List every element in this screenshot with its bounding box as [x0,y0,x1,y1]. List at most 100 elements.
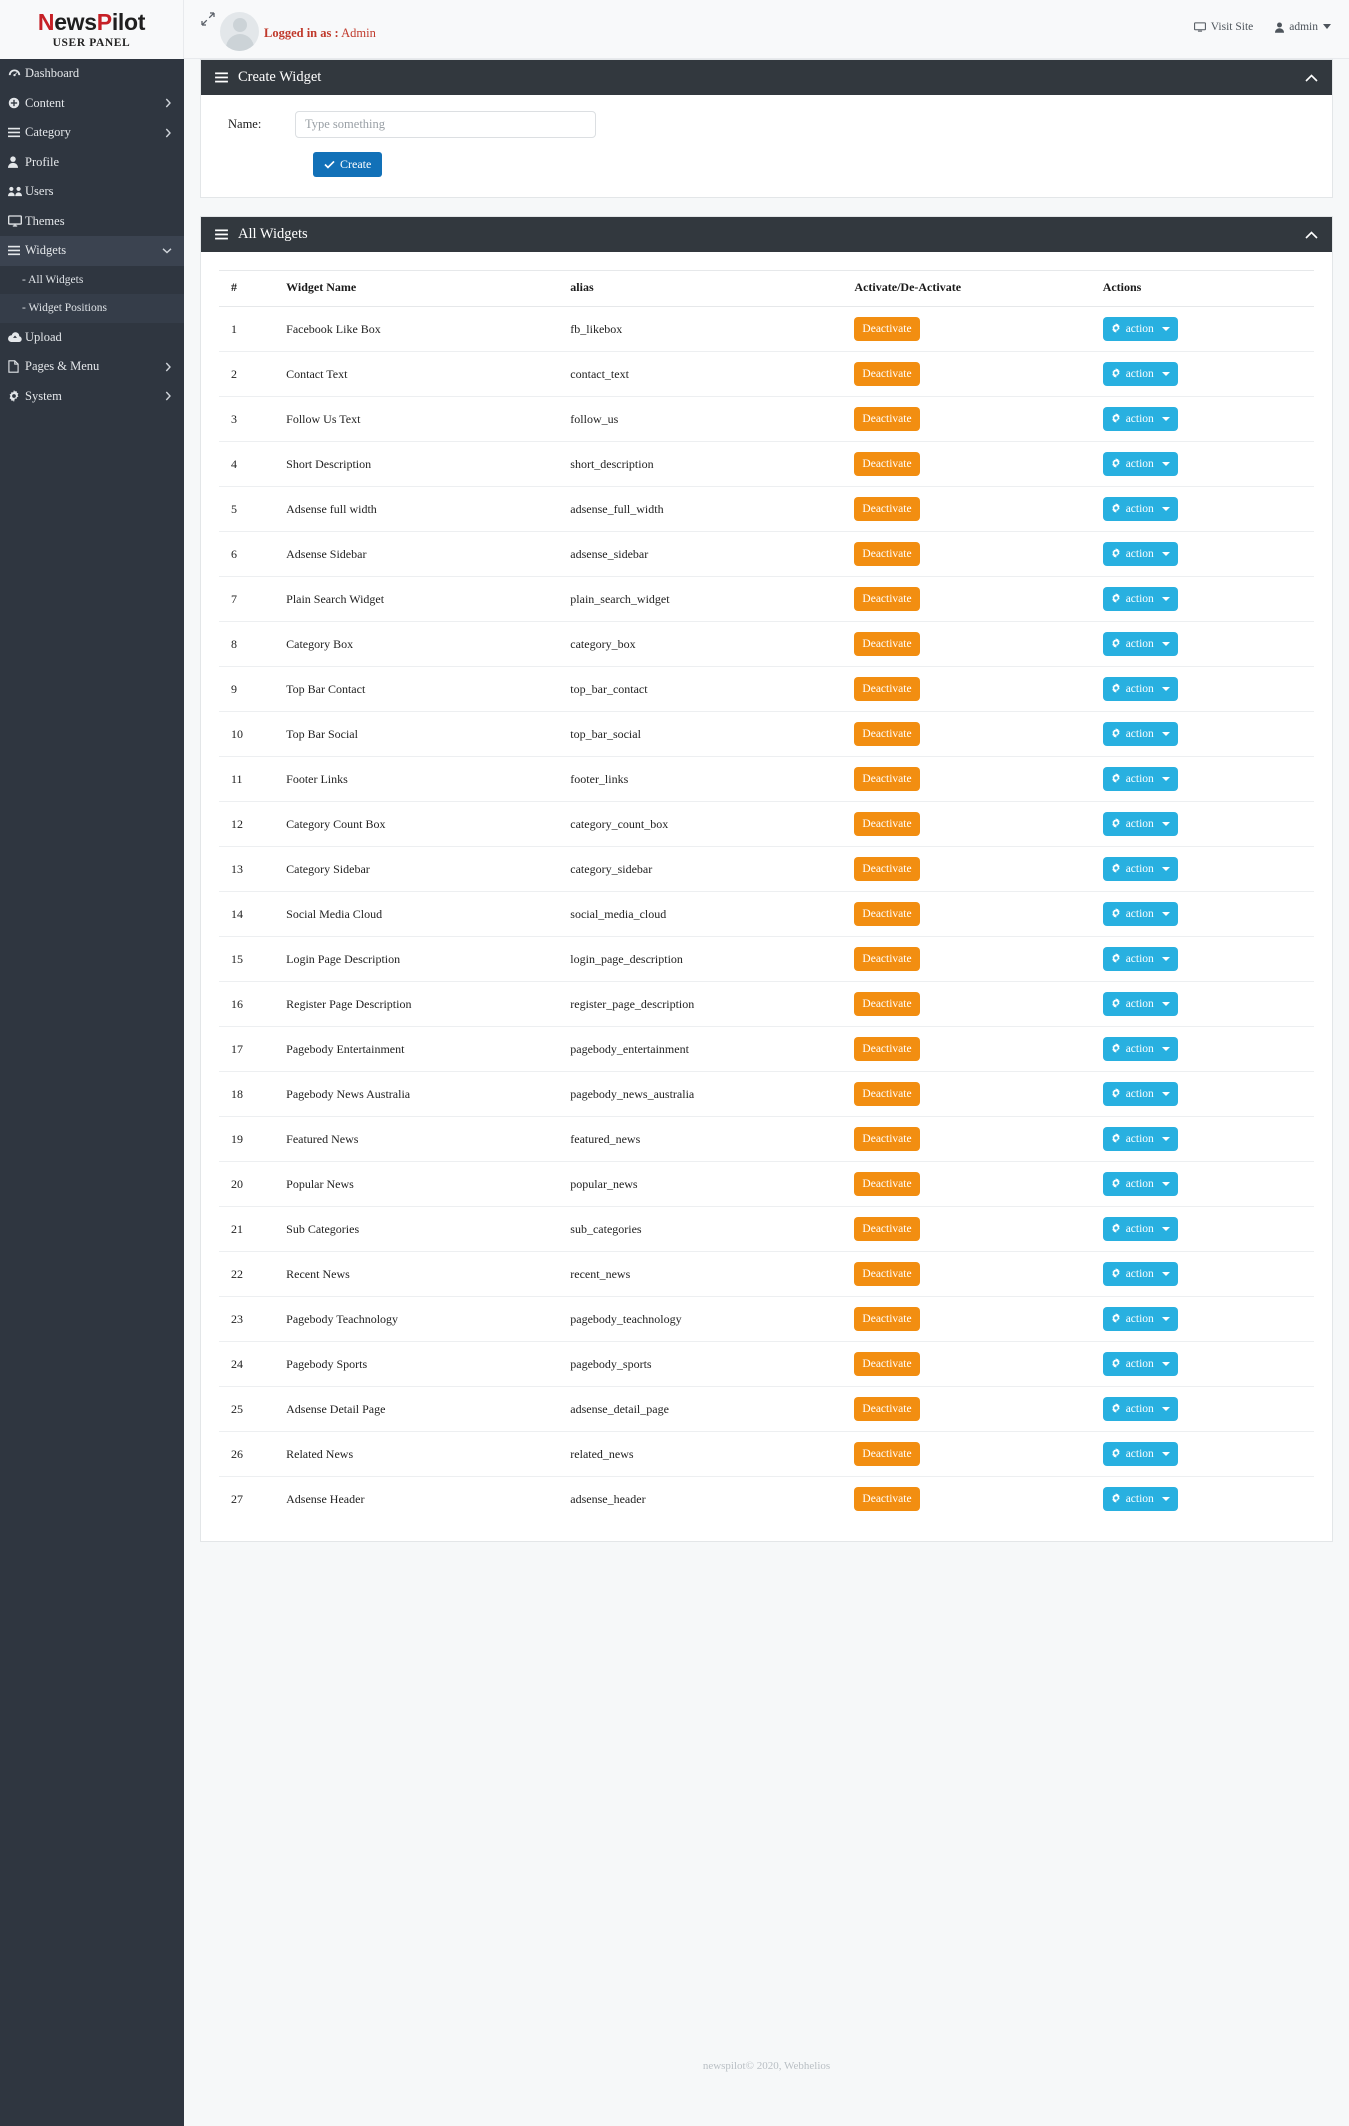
action-dropdown-button[interactable]: action [1102,857,1178,881]
sidebar-item-category[interactable]: Category [0,118,184,148]
deactivate-button[interactable]: Deactivate [854,947,920,971]
deactivate-button[interactable]: Deactivate [854,1442,920,1466]
action-dropdown-button[interactable]: action [1102,902,1178,926]
table-row: 23 Pagebody Teachnology pagebody_teachnolo… [219,1296,1314,1342]
cell-activate: Deactivate [850,1161,1099,1207]
cell-activate: Deactivate [850,711,1099,757]
action-dropdown-button[interactable]: action [1102,362,1178,386]
deactivate-button[interactable]: Deactivate [854,542,920,566]
deactivate-button[interactable]: Deactivate [854,1217,920,1241]
chevron-up-icon[interactable] [1305,73,1318,82]
create-button[interactable]: Create [313,152,383,177]
action-dropdown-button[interactable]: action [1102,812,1178,836]
action-dropdown-button[interactable]: action [1102,1397,1178,1421]
gear-icon [1111,1222,1121,1236]
admin-label: admin [1289,21,1318,33]
action-dropdown-button[interactable]: action [1102,1352,1178,1376]
action-button-label: action [1125,818,1154,830]
deactivate-button[interactable]: Deactivate [854,1172,920,1196]
deactivate-button[interactable]: Deactivate [854,1487,920,1511]
cell-alias: adsense_detail_page [566,1386,851,1432]
gear-icon [1111,637,1121,651]
sidebar-item-themes[interactable]: Themes [0,207,184,237]
deactivate-button[interactable]: Deactivate [854,317,920,341]
action-dropdown-button[interactable]: action [1102,992,1178,1016]
table-row: 8 Category Box category_box Deactivate actio… [219,621,1314,667]
brand-header[interactable]: NewsPilot USER PANEL [0,0,184,59]
footer-text: newspilot© 2020, Webhelios [702,2060,831,2072]
deactivate-button[interactable]: Deactivate [854,632,920,656]
action-dropdown-button[interactable]: action [1102,1217,1178,1241]
cell-alias: adsense_sidebar [566,531,851,577]
cell-activate: Deactivate [850,576,1099,622]
action-dropdown-button[interactable]: action [1102,1082,1178,1106]
deactivate-button[interactable]: Deactivate [854,1307,920,1331]
action-dropdown-button[interactable]: action [1102,767,1178,791]
deactivate-button[interactable]: Deactivate [854,407,920,431]
action-dropdown-button[interactable]: action [1102,407,1178,431]
action-dropdown-button[interactable]: action [1102,1262,1178,1286]
action-dropdown-button[interactable]: action [1102,1037,1178,1061]
action-dropdown-button[interactable]: action [1102,542,1178,566]
deactivate-button[interactable]: Deactivate [854,497,920,521]
expand-icon[interactable] [197,8,219,30]
deactivate-button[interactable]: Deactivate [854,1037,920,1061]
cell-widget-name: Social Media Cloud [282,891,567,937]
brand-logo-n: N [37,9,55,36]
sidebar-item-upload[interactable]: Upload [0,323,184,353]
deactivate-button[interactable]: Deactivate [854,1127,920,1151]
deactivate-button[interactable]: Deactivate [854,1082,920,1106]
deactivate-button[interactable]: Deactivate [854,722,920,746]
sidebar-item-system[interactable]: System [0,382,184,412]
action-dropdown-button[interactable]: action [1102,587,1178,611]
sidebar-item-content[interactable]: Content [0,89,184,119]
deactivate-button[interactable]: Deactivate [854,587,920,611]
action-dropdown-button[interactable]: action [1102,1172,1178,1196]
deactivate-button[interactable]: Deactivate [854,857,920,881]
deactivate-button[interactable]: Deactivate [854,812,920,836]
cloud-upload-icon [8,331,25,343]
action-dropdown-button[interactable]: action [1102,632,1178,656]
action-dropdown-button[interactable]: action [1102,1442,1178,1466]
widget-name-input[interactable] [295,111,596,138]
action-button-label: action [1125,1493,1154,1505]
action-dropdown-button[interactable]: action [1102,317,1178,341]
caret-down-icon [1161,1317,1170,1321]
sidebar-item-widget-positions[interactable]: - Widget Positions [0,294,184,323]
cell-alias: plain_search_widget [566,576,851,622]
deactivate-button[interactable]: Deactivate [854,902,920,926]
cell-num: 27 [219,1476,283,1521]
cell-alias: login_page_description [566,936,851,982]
gear-icon [1111,322,1121,336]
deactivate-button[interactable]: Deactivate [854,1352,920,1376]
deactivate-button[interactable]: Deactivate [854,992,920,1016]
sidebar-item-pages-menu[interactable]: Pages & Menu [0,352,184,382]
deactivate-button[interactable]: Deactivate [854,1397,920,1421]
sidebar-item-profile[interactable]: Profile [0,148,184,178]
action-dropdown-button[interactable]: action [1102,497,1178,521]
user-icon [1275,21,1285,33]
deactivate-button[interactable]: Deactivate [854,362,920,386]
deactivate-button[interactable]: Deactivate [854,767,920,791]
action-dropdown-button[interactable]: action [1102,947,1178,971]
action-dropdown-button[interactable]: action [1102,452,1178,476]
action-dropdown-button[interactable]: action [1102,722,1178,746]
action-button-label: action [1125,503,1154,515]
deactivate-button[interactable]: Deactivate [854,677,920,701]
visit-site-link[interactable]: Visit Site [1193,21,1253,33]
action-dropdown-button[interactable]: action [1102,1487,1178,1511]
sidebar-item-widgets[interactable]: Widgets [0,236,184,266]
deactivate-button[interactable]: Deactivate [854,1262,920,1286]
cell-actions: action [1098,1071,1314,1117]
sidebar-item-users[interactable]: Users [0,177,184,207]
avatar [220,12,259,51]
bars-icon [215,229,228,240]
sidebar-item-all-widgets[interactable]: - All Widgets [0,266,184,295]
admin-menu[interactable]: admin [1275,21,1331,33]
chevron-up-icon[interactable] [1305,230,1318,239]
sidebar-item-dashboard[interactable]: Dashboard [0,59,184,89]
action-dropdown-button[interactable]: action [1102,1127,1178,1151]
action-dropdown-button[interactable]: action [1102,677,1178,701]
action-dropdown-button[interactable]: action [1102,1307,1178,1331]
deactivate-button[interactable]: Deactivate [854,452,920,476]
